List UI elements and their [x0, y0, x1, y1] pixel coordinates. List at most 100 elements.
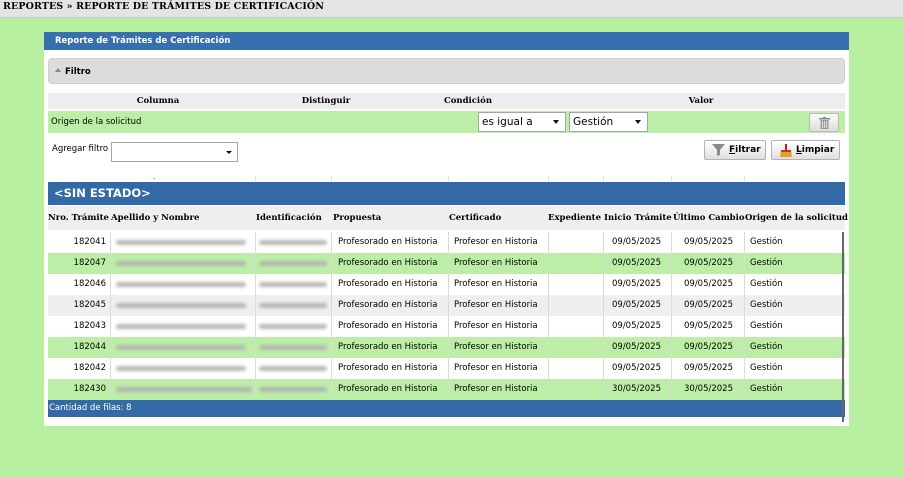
cell-inicio-tramite: 09/05/2025 — [603, 232, 671, 253]
filter-header-row: Columna Distinguir Condición Valor — [48, 93, 845, 109]
cell-certificado: Profesor en Historia — [448, 316, 548, 337]
cell-certificado: Profesor en Historia — [448, 274, 548, 295]
cell-identificacion — [255, 379, 331, 400]
cell-nro: 182047 — [73, 258, 106, 268]
col-certificado[interactable]: Certificado — [449, 206, 501, 230]
table-scrollbar[interactable] — [842, 232, 844, 422]
cell-ultimo-cambio: 09/05/2025 — [671, 253, 744, 274]
cell-identificacion — [255, 358, 331, 379]
cell-identificacion — [255, 274, 331, 295]
funnel-icon — [712, 144, 725, 156]
cell-origen: Gestión — [744, 232, 842, 253]
cell-certificado: Profesor en Historia — [448, 253, 548, 274]
cell-apellido-nombre — [110, 274, 255, 295]
report-panel: Reporte de Trámites de Certificación Fil… — [44, 32, 849, 426]
filter-row: Origen de la solicitud es igual a Gestió… — [48, 111, 845, 133]
redacted-name — [116, 282, 246, 287]
remove-filter-button[interactable] — [809, 113, 839, 132]
table-row[interactable]: 182046 Profesorado en Historia Profesor en… — [48, 274, 845, 295]
cell-ultimo-cambio: 09/05/2025 — [671, 316, 744, 337]
redacted-id — [259, 282, 327, 287]
col-identificacion[interactable]: Identificación — [256, 206, 322, 230]
col-nro-tramite[interactable]: Nro. Trámite — [48, 206, 109, 230]
add-filter-select[interactable] — [111, 142, 238, 162]
cell-ultimo-cambio: 09/05/2025 — [671, 232, 744, 253]
cell-nro: 182041 — [73, 237, 106, 247]
value-select[interactable]: Gestión — [569, 112, 648, 132]
cell-expediente — [548, 316, 603, 337]
clear-button[interactable]: Limpiar — [771, 140, 840, 160]
table-row[interactable]: 182043 Profesorado en Historia Profesor en… — [48, 316, 845, 337]
col-expediente[interactable]: Expediente — [548, 206, 601, 230]
cell-inicio-tramite: 30/05/2025 — [603, 379, 671, 400]
redacted-id — [259, 303, 327, 308]
col-propuesta[interactable]: Propuesta — [333, 206, 381, 230]
cell-propuesta: Profesorado en Historia — [331, 316, 448, 337]
cell-nro: 182044 — [73, 342, 106, 352]
filter-button[interactable]: Filtrar — [704, 140, 766, 160]
table-row[interactable]: 182045 Profesorado en Historia Profesor en… — [48, 295, 845, 316]
cell-identificacion — [255, 232, 331, 253]
cell-identificacion — [255, 253, 331, 274]
cell-ultimo-cambio: 09/05/2025 — [671, 358, 744, 379]
chevron-down-icon — [226, 151, 232, 154]
cell-certificado: Profesor en Historia — [448, 379, 548, 400]
table-row[interactable]: 182047 Profesorado en Historia Profesor en… — [48, 253, 845, 274]
cell-nro: 182043 — [73, 321, 106, 331]
redacted-id — [259, 345, 327, 350]
table-row[interactable]: 182044 Profesorado en Historia Profesor en… — [48, 337, 845, 358]
top-bar: REPORTES » REPORTE DE TRÁMITES DE CERTIF… — [0, 0, 903, 18]
redacted-name — [116, 261, 246, 266]
table-footer: Cantidad de filas: 8 — [48, 400, 845, 417]
cell-nro: 182045 — [73, 300, 106, 310]
cell-inicio-tramite: 09/05/2025 — [603, 337, 671, 358]
redacted-id — [259, 261, 327, 266]
table-header: Nro. Trámite Apellido y Nombre Identific… — [48, 206, 848, 230]
cell-origen: Gestión — [744, 253, 842, 274]
cell-apellido-nombre — [110, 316, 255, 337]
table-row[interactable]: 182041 Profesorado en Historia Profesor en… — [48, 232, 845, 253]
trash-icon — [819, 117, 830, 129]
breadcrumb: REPORTES » REPORTE DE TRÁMITES DE CERTIF… — [3, 1, 325, 12]
cell-apellido-nombre — [110, 379, 255, 400]
filter-section-toggle[interactable]: Filtro — [48, 58, 845, 84]
cell-propuesta: Profesorado en Historia — [331, 274, 448, 295]
cell-nro: 182042 — [73, 363, 106, 373]
redacted-name — [116, 303, 246, 308]
cell-expediente — [548, 295, 603, 316]
cell-origen: Gestión — [744, 379, 842, 400]
cell-expediente — [548, 232, 603, 253]
redacted-name — [116, 345, 246, 350]
cell-identificacion — [255, 295, 331, 316]
redacted-id — [259, 366, 327, 371]
col-origen-solicitud[interactable]: Origen de la solicitud — [745, 206, 848, 230]
filter-button-label: iltrar — [735, 145, 761, 155]
redacted-name — [116, 324, 246, 329]
cell-origen: Gestión — [744, 337, 842, 358]
clear-button-label: impiar — [801, 145, 835, 155]
cell-expediente — [548, 274, 603, 295]
cell-apellido-nombre — [110, 358, 255, 379]
filter-header-distinguish: Distinguir — [301, 96, 351, 106]
cell-apellido-nombre — [110, 232, 255, 253]
cell-propuesta: Profesorado en Historia — [331, 295, 448, 316]
table-row[interactable]: 182042 Profesorado en Historia Profesor en… — [48, 358, 845, 379]
table-row[interactable]: 182430 Profesorado en Historia Profesor en… — [48, 379, 845, 400]
condition-select[interactable]: es igual a — [478, 112, 566, 132]
cell-ultimo-cambio: 09/05/2025 — [671, 274, 744, 295]
col-ultimo-cambio[interactable]: Último Cambio — [673, 206, 745, 230]
condition-select-value: es igual a — [482, 116, 533, 128]
group-header: <SIN ESTADO> — [48, 182, 845, 205]
col-inicio-tramite[interactable]: Inicio Trámite — [604, 206, 672, 230]
filter-column-name: Origen de la solicitud — [51, 117, 142, 127]
cell-inicio-tramite: 09/05/2025 — [603, 358, 671, 379]
col-apellido-nombre[interactable]: Apellido y Nombre — [111, 206, 199, 230]
filter-header-value: Valor — [688, 96, 714, 106]
cell-propuesta: Profesorado en Historia — [331, 232, 448, 253]
value-select-value: Gestión — [573, 116, 614, 128]
cell-apellido-nombre — [110, 253, 255, 274]
cell-origen: Gestión — [744, 358, 842, 379]
cell-origen: Gestión — [744, 295, 842, 316]
cell-expediente — [548, 253, 603, 274]
redacted-name — [116, 387, 252, 392]
